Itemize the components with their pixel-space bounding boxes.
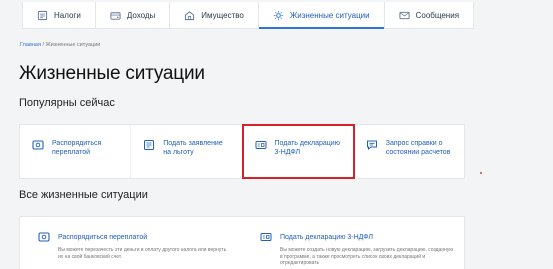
situation-description: Вы можете перезачесть эти деньги в оплат… [58, 247, 227, 260]
income-icon [110, 10, 121, 21]
breadcrumb: Главная / Жизненные ситуации [20, 42, 100, 48]
tab-property[interactable]: Имущество [170, 2, 259, 28]
tab-label: Имущество [201, 10, 244, 20]
wallet-icon [38, 231, 50, 243]
tab-label: Налоги [54, 10, 81, 20]
popular-card-benefit-application[interactable]: Подать заявление на льготу [131, 125, 243, 178]
tab-label: Сообщения [415, 10, 460, 20]
card-label: Подать заявление на льготу [163, 140, 223, 156]
property-icon [184, 10, 195, 21]
document-icon [143, 139, 155, 151]
life-situations-icon [273, 10, 284, 21]
page-title: Жизненные ситуации [19, 63, 205, 84]
tab-taxes[interactable]: Налоги [23, 2, 96, 28]
chat-icon [366, 139, 378, 151]
declaration-icon [255, 139, 267, 151]
situation-description: Вы можете создать новую декларацию, загр… [280, 247, 454, 266]
popular-card-settlement-request[interactable]: Запрос справки о состоянии расчетов [354, 125, 464, 178]
breadcrumb-current: Жизненные ситуации [45, 42, 101, 48]
tab-income[interactable]: Доходы [96, 2, 171, 28]
card-label: Запрос справки о состоянии расчетов [385, 140, 451, 156]
popular-card-declaration-3ndfl[interactable]: Подать декларацию 3-НДФЛ [241, 124, 355, 179]
card-label: Подать декларацию 3-НДФЛ [274, 140, 340, 156]
top-navigation: Налоги Доходы Имущество Жизненные ситуац… [22, 2, 474, 29]
popular-cards: Распорядиться переплатой Подать заявлени… [19, 124, 465, 179]
tab-messages[interactable]: Сообщения [385, 2, 473, 28]
popular-section-title: Популярны сейчас [19, 97, 115, 109]
situation-card-overpayment[interactable]: Распорядиться переплатой Вы можете перез… [20, 217, 242, 269]
situation-title: Подать декларацию 3-НДФЛ [280, 233, 373, 241]
popular-card-overpayment[interactable]: Распорядиться переплатой [20, 125, 132, 178]
situation-title: Распорядиться переплатой [58, 233, 148, 241]
wallet-icon [32, 139, 44, 151]
taxes-icon [37, 10, 48, 21]
breadcrumb-home-link[interactable]: Главная [20, 42, 41, 48]
card-label: Распорядиться переплатой [52, 140, 102, 156]
tab-label: Жизненные ситуации [289, 10, 370, 20]
decorative-dot [480, 172, 482, 174]
tab-life-situations[interactable]: Жизненные ситуации [258, 2, 385, 29]
situation-card-declaration-3ndfl[interactable]: Подать декларацию 3-НДФЛ Вы можете созда… [242, 217, 464, 269]
tab-label: Доходы [126, 10, 156, 20]
declaration-icon [260, 231, 272, 243]
all-situations-list: Распорядиться переплатой Вы можете перез… [19, 216, 465, 269]
messages-icon [399, 10, 410, 21]
all-section-title: Все жизненные ситуации [19, 189, 148, 201]
